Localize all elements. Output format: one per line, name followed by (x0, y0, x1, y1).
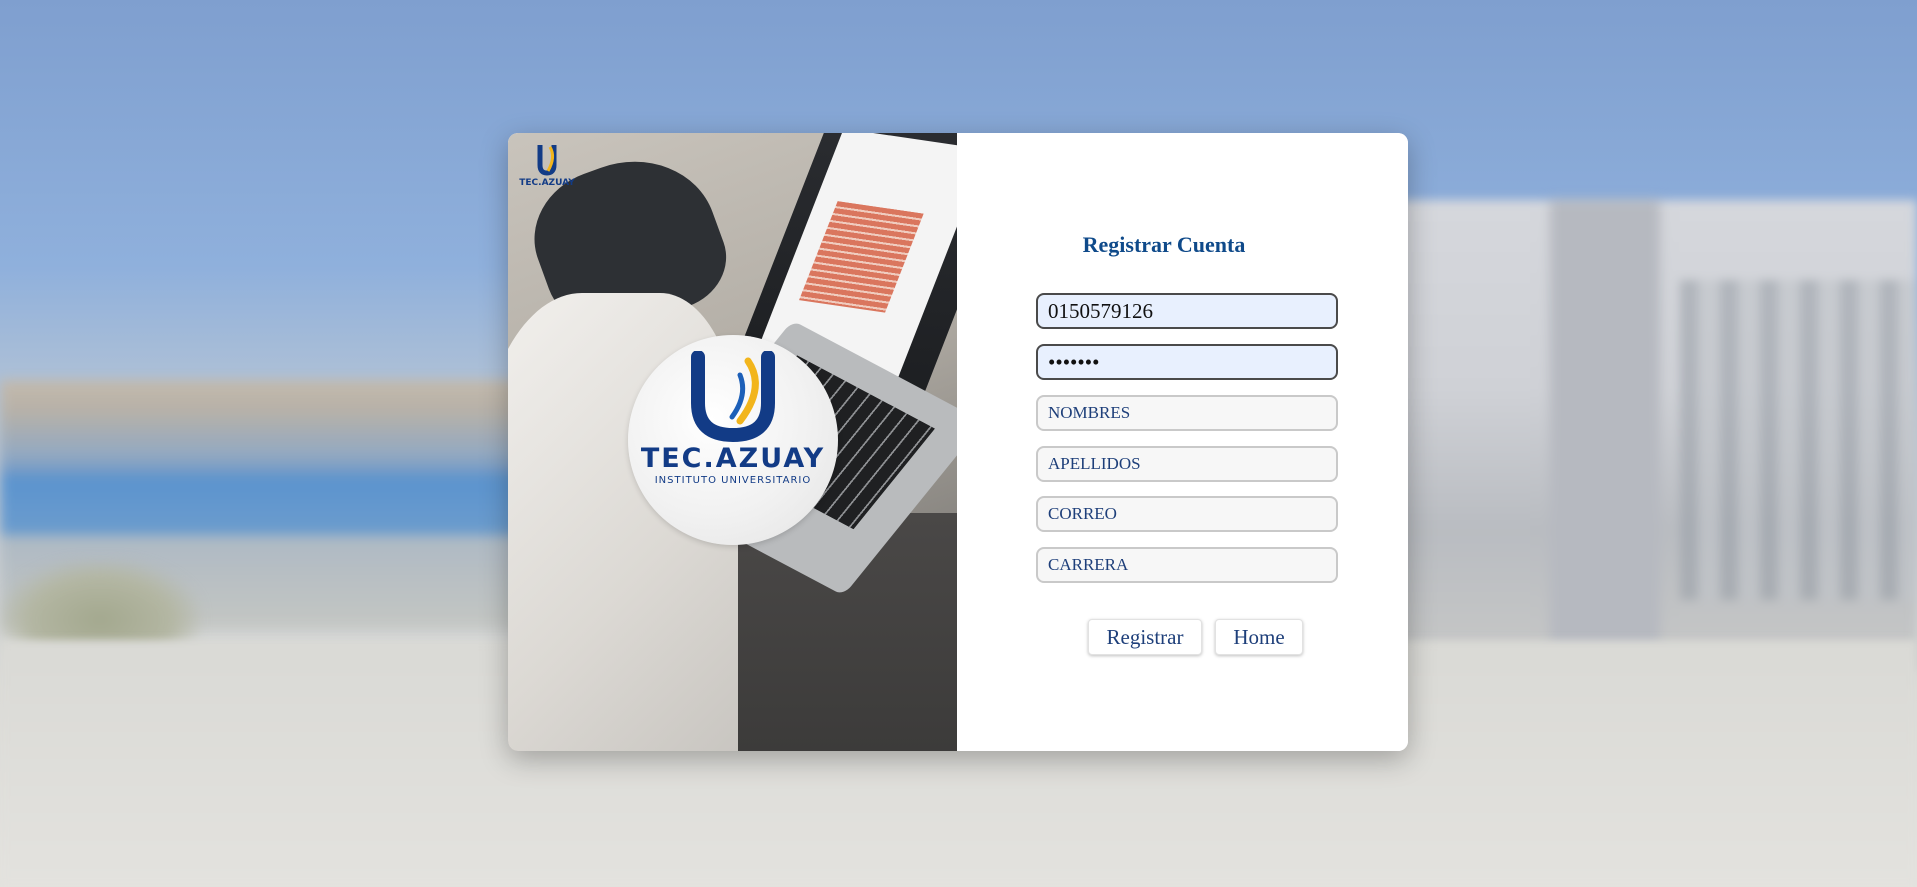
register-card: TEC.AZUAY TEC.AZUAY INSTITUTO UNIVERSITA… (508, 133, 1408, 751)
logo-brand-text: TEC.AZUAY (640, 443, 826, 474)
register-button[interactable]: Registrar (1088, 619, 1202, 655)
laptop-photo-panel: TEC.AZUAY TEC.AZUAY INSTITUTO UNIVERSITA… (508, 133, 957, 751)
apellidos-input[interactable] (1036, 446, 1338, 482)
form-title: Registrar Cuenta (1082, 232, 1246, 257)
svg-text:TEC.AZUAY: TEC.AZUAY (519, 178, 575, 188)
tec-azuay-mark-icon (691, 351, 775, 443)
home-button[interactable]: Home (1215, 619, 1303, 655)
tec-azuay-logo: TEC.AZUAY INSTITUTO UNIVERSITARIO (628, 335, 838, 545)
background-building-right (1380, 200, 1917, 670)
small-logo-icon: TEC.AZUAY (519, 145, 575, 188)
carrera-input[interactable] (1036, 547, 1338, 583)
register-form: Registrar Cuenta Registrar Home (957, 133, 1408, 751)
nombres-input[interactable] (1036, 395, 1338, 431)
correo-input[interactable] (1036, 496, 1338, 532)
logo-subtitle-text: INSTITUTO UNIVERSITARIO (654, 475, 812, 486)
password-input[interactable] (1036, 344, 1338, 380)
cedula-input[interactable] (1036, 293, 1338, 329)
